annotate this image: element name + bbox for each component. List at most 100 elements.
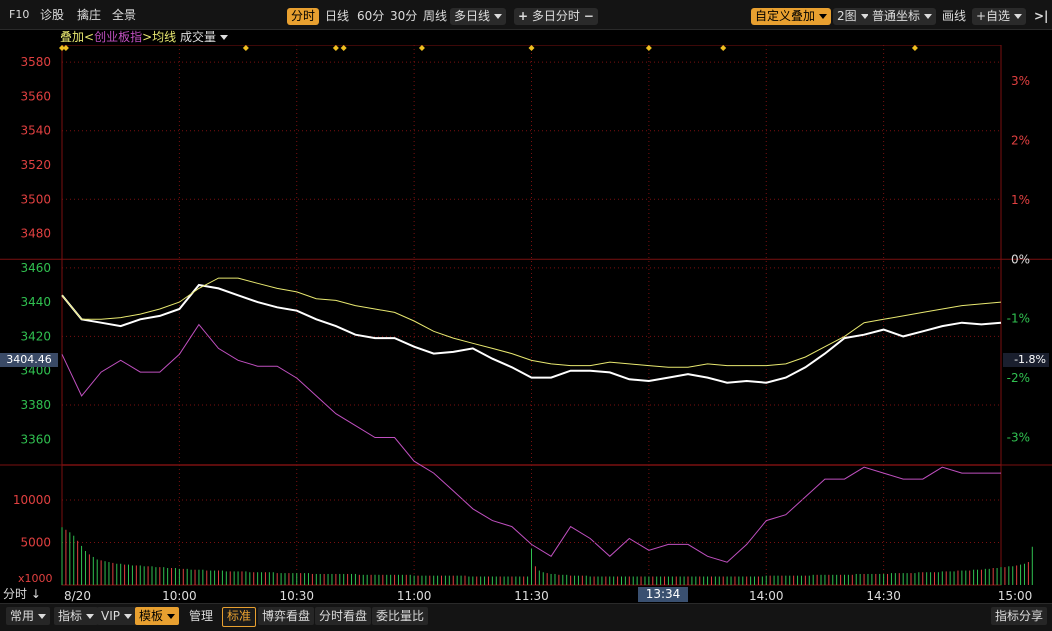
x-tick-label: 10:00 [162,589,197,603]
timeshare-chart[interactable]: 3580356035403520350034803460344034203400… [0,45,1052,603]
chevron-down-icon [123,614,132,619]
y-tick-label-left: 3520 [20,158,51,172]
y-tick-label-left: 3440 [20,295,51,309]
top-toolbar: F10 诊股 擒庄 全景 分时 日线 60分 30分 周线 多日线 + 多日分时… [0,0,1052,30]
y-tick-label-left: 3540 [20,124,51,138]
event-marker [645,45,652,51]
common-label: 常用 [10,609,35,623]
game-view-tab[interactable]: 博弈看盘 [258,607,315,625]
time-share-label: 分时 [3,587,28,601]
tab-30min[interactable]: 30分 [386,8,421,25]
event-marker [528,45,535,51]
x-tick-label: 11:00 [397,589,432,603]
y-tick-label-right: 2% [1011,133,1030,147]
collapse-icon[interactable]: >| [1030,8,1052,25]
event-marker [62,45,69,51]
tab-weekly[interactable]: 周线 [419,8,451,25]
bottom-toolbar: 常用 指标 VIP 模板 管理 标准 博弈看盘 分时看盘 委比量比 指标分享 [0,603,1052,631]
two-chart-label: 2图 [837,9,857,23]
vip-button[interactable]: VIP [97,607,136,625]
manage-button[interactable]: 管理 [185,607,217,625]
x-tick-label: 11:30 [514,589,549,603]
minus-icon[interactable]: − [584,9,594,23]
indicator-label: 指标 [58,609,83,623]
panorama-button[interactable]: 全景 [112,7,136,23]
y-tick-label-right: -3% [1007,430,1030,444]
multi-day-label: 多日分时 [531,9,580,23]
event-marker [242,45,249,51]
tab-multi-day[interactable]: 多日线 [450,8,507,25]
tab-time-share[interactable]: 分时 [287,8,320,25]
two-chart-button[interactable]: 2图 [833,8,873,25]
chevron-down-icon[interactable] [219,35,228,40]
f10-button[interactable]: F10 [9,7,29,23]
x-tick-label: 15:00 [998,589,1033,603]
chevron-down-icon [38,614,47,619]
x-tick-label: 8/20 [64,589,91,603]
volume-tick-label: 10000 [13,493,51,507]
ratio-tab[interactable]: 委比量比 [372,607,429,625]
arrow-down-icon: ↓ [30,587,41,601]
event-marker [720,45,727,51]
plus-icon[interactable]: + [518,9,528,23]
indicator-button[interactable]: 指标 [54,607,99,625]
y-tick-label-left: 3580 [20,55,51,69]
draw-line-button[interactable]: 画线 [938,8,970,25]
standard-tab[interactable]: 标准 [222,607,257,627]
volume-unit-label: x1000 [18,572,53,585]
x-tick-label: 10:30 [279,589,314,603]
template-label: 模板 [139,609,164,623]
chevron-down-icon [819,14,828,19]
add-watch-label: +自选 [976,9,1011,23]
custom-overlay-button[interactable]: 自定义叠加 [751,8,832,25]
share-indicator-button[interactable]: 指标分享 [991,607,1048,625]
diagnose-button[interactable]: 诊股 [40,7,64,23]
vip-label: VIP [101,609,120,623]
event-marker [332,45,339,51]
tab-multi-day-label: 多日线 [454,9,491,23]
avg-line-label[interactable]: >均线 [142,30,176,44]
event-marker [418,45,425,51]
tab-60min[interactable]: 60分 [353,8,388,25]
volume-label[interactable]: 成交量 [180,30,216,44]
catch-button[interactable]: 擒庄 [77,7,101,23]
x-tick-label: 14:30 [866,589,901,603]
common-button[interactable]: 常用 [6,607,51,625]
template-button[interactable]: 模板 [135,607,180,625]
y-tick-label-right: -1% [1007,312,1030,326]
current-price-tag: 3404.46 [0,353,58,367]
chevron-down-icon [167,614,176,619]
custom-overlay-label: 自定义叠加 [755,9,816,23]
y-tick-label-right: 3% [1011,74,1030,88]
y-tick-label-left: 3380 [20,398,51,412]
chevron-down-icon [924,14,933,19]
event-marker [340,45,347,51]
y-tick-label-left: 3500 [20,192,51,206]
volume-tick-label: 5000 [20,536,51,550]
x-tick-label: 14:00 [749,589,784,603]
bottom-left-label[interactable]: 分时 ↓ [3,587,41,602]
hover-time-tag: 13:34 [638,587,688,602]
coord-button[interactable]: 普通坐标 [868,8,937,25]
y-tick-label-right: 0% [1011,252,1030,266]
overlay-index-name[interactable]: 创业板指 [94,30,142,44]
y-tick-label-left: 3560 [20,89,51,103]
chevron-down-icon [1014,14,1023,19]
y-tick-label-left: 3460 [20,261,51,275]
y-tick-label-left: 3420 [20,329,51,343]
y-tick-label-left: 3480 [20,227,51,241]
chevron-down-icon [86,614,95,619]
overlay-label[interactable]: 叠加< [60,30,94,44]
time-view-tab[interactable]: 分时看盘 [315,607,372,625]
multi-day-timeshare[interactable]: + 多日分时 − [514,8,598,25]
add-watch-button[interactable]: +自选 [972,8,1027,25]
tab-daily[interactable]: 日线 [321,8,353,25]
y-tick-label-right: 1% [1011,193,1030,207]
overlay-legend: 叠加<创业板指>均线 成交量 [60,29,228,45]
y-tick-label-left: 3360 [20,432,51,446]
coord-label: 普通坐标 [872,9,921,23]
y-tick-label-right: -2% [1007,371,1030,385]
current-pct-tag: -1.8% [1003,353,1049,367]
chevron-down-icon [494,14,503,19]
event-marker [911,45,918,51]
